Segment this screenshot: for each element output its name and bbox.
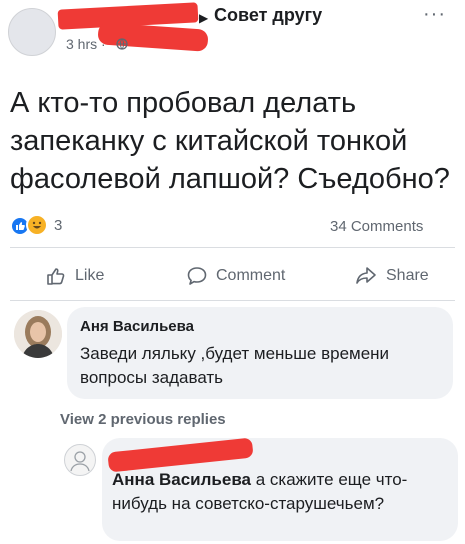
share-label: Share [386,267,429,284]
reaction-count[interactable]: 3 [54,217,62,234]
haha-reaction-icon[interactable] [26,214,48,236]
commenter-avatar[interactable] [14,310,62,358]
comment-author[interactable]: Аня Васильева [80,318,194,335]
comment-text: Заведи ляльку ,будет меньше времени вопр… [80,344,390,387]
thumbs-up-icon [47,268,65,285]
post-text: А кто-то пробовал делать запеканку с кит… [10,87,450,195]
globe-icon [116,38,128,50]
view-previous-replies-link[interactable]: View 2 previous replies [60,411,226,428]
group-name[interactable]: Совет другу [214,5,322,26]
share-button[interactable]: Share [354,262,429,290]
like-button[interactable]: Like [45,262,104,290]
divider [10,300,455,301]
comments-count[interactable]: 34 Comments [330,218,423,235]
comment-label: Comment [216,267,286,284]
poster-avatar[interactable] [8,8,56,56]
reply-avatar[interactable] [64,444,96,476]
reply-mention[interactable]: Анна Васильева [112,470,251,489]
more-options-icon[interactable]: ··· [423,3,446,26]
share-arrow-icon [356,267,376,284]
post-timestamp[interactable]: 3 hrs · [66,36,106,52]
arrow-right-icon: ▶ [199,11,209,25]
divider [10,247,455,248]
like-label: Like [75,267,105,284]
comment-button[interactable]: Comment [186,262,285,290]
comment-bubble-icon [187,267,207,285]
redacted-poster-name-extra [97,22,209,52]
reply-text: Анна Васильева а скажите еще что-нибудь … [112,468,442,516]
